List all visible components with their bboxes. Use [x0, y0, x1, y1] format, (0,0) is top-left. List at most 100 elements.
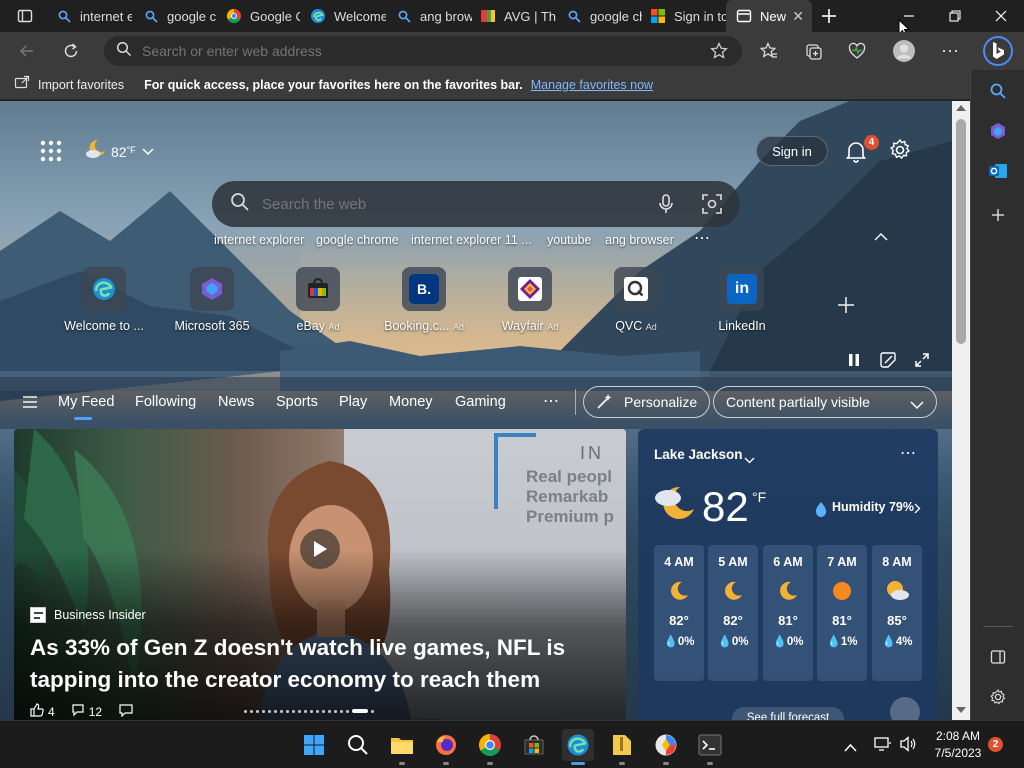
microphone-icon[interactable] [658, 194, 674, 219]
refresh-button[interactable] [56, 36, 86, 66]
quick-link-welcome[interactable]: Welcome to ... [54, 267, 154, 333]
microsoft-store-icon[interactable] [518, 729, 550, 761]
weather-location[interactable]: Lake Jackson [654, 447, 743, 462]
content-visibility-dropdown[interactable]: Content partially visible [713, 386, 937, 418]
tab-ang-browser[interactable]: ang browser [386, 0, 472, 32]
weather-card[interactable]: Lake Jackson ⋯ 82 °F Humidity 79% 4 AM 8… [638, 429, 938, 720]
quick-link-linkedin[interactable]: in LinkedIn [692, 267, 792, 333]
settings-more-icon[interactable]: ⋯ [935, 36, 965, 66]
visual-search-icon[interactable] [702, 194, 722, 219]
web-search-box[interactable] [212, 181, 740, 227]
hourly-forecast-item[interactable]: 7 AM 81° 💧1% [817, 545, 867, 681]
clock-time[interactable]: 2:08 AM [930, 729, 986, 743]
more-suggestions-icon[interactable]: ⋯ [694, 228, 711, 248]
address-input[interactable] [142, 43, 682, 59]
search-suggestion[interactable]: ang browser [605, 233, 674, 247]
search-suggestion[interactable]: internet explorer 11 ... [411, 233, 532, 247]
taskbar-search-icon[interactable] [342, 729, 374, 761]
like-icon[interactable] [30, 703, 44, 720]
page-settings-gear-icon[interactable] [888, 138, 912, 167]
bing-copilot-icon[interactable] [981, 34, 1015, 68]
feed-tab-money[interactable]: Money [389, 394, 433, 410]
edit-background-icon[interactable] [880, 352, 896, 373]
feedback-icon[interactable] [890, 697, 920, 720]
sidebar-settings-icon[interactable] [983, 682, 1013, 712]
feed-tab-play[interactable]: Play [339, 394, 367, 410]
tab-google-chrome-2[interactable]: Google Chrome [216, 0, 300, 32]
file-archive-icon[interactable] [606, 729, 638, 765]
feed-tab-following[interactable]: Following [135, 394, 196, 410]
tab-sign-in[interactable]: Sign in to [640, 0, 726, 32]
collapse-chevron-up-icon[interactable] [874, 229, 888, 247]
address-bar[interactable] [104, 36, 742, 66]
share-icon[interactable] [118, 703, 134, 720]
scroll-down-arrow-icon[interactable] [956, 707, 966, 713]
clock-date[interactable]: 7/5/2023 [930, 746, 986, 760]
feed-tab-news[interactable]: News [218, 394, 254, 410]
file-explorer-icon[interactable] [386, 729, 418, 765]
browser-shield-icon[interactable] [650, 729, 682, 765]
sign-in-button[interactable]: Sign in [756, 136, 828, 166]
chevron-down-icon[interactable] [744, 451, 755, 469]
hourly-forecast-item[interactable]: 8 AM 85° 💧4% [872, 545, 922, 681]
carousel-dots[interactable] [244, 709, 374, 713]
more-feed-tabs-icon[interactable]: ⋯ [543, 391, 559, 411]
add-sidebar-app-icon[interactable] [983, 200, 1013, 230]
quick-link-wayfair[interactable]: Wayfair Ad [480, 267, 580, 333]
quick-link-ebay[interactable]: eBay Ad [268, 267, 368, 333]
tab-internet-explorer[interactable]: internet explorer [46, 0, 132, 32]
feed-tab-my-feed[interactable]: My Feed [58, 394, 114, 410]
volume-icon[interactable] [899, 736, 917, 757]
collections-icon[interactable] [798, 36, 828, 66]
restore-button[interactable] [932, 0, 978, 32]
tab-avg[interactable]: AVG | The [470, 0, 556, 32]
quick-link-booking[interactable]: B. Booking.c... Ad [374, 267, 474, 333]
close-window-button[interactable] [978, 0, 1024, 32]
web-search-input[interactable] [262, 195, 642, 213]
hourly-forecast-item[interactable]: 4 AM 82° 💧0% [654, 545, 704, 681]
import-favorites-button[interactable]: Import favorites [38, 78, 124, 92]
outlook-icon[interactable] [983, 156, 1013, 186]
quick-link-microsoft-365[interactable]: Microsoft 365 [162, 267, 262, 333]
menu-hamburger-icon[interactable] [22, 395, 38, 414]
weather-widget-button[interactable]: 82 °F [84, 137, 154, 166]
hourly-forecast-item[interactable]: 5 AM 82° 💧0% [708, 545, 758, 681]
hourly-forecast-item[interactable]: 6 AM 81° 💧0% [763, 545, 813, 681]
chrome-icon[interactable] [474, 729, 506, 765]
expand-icon[interactable] [914, 352, 930, 373]
search-icon[interactable] [983, 76, 1013, 106]
new-tab-button[interactable] [814, 1, 844, 31]
scroll-up-arrow-icon[interactable] [956, 105, 966, 111]
humidity-value[interactable]: Humidity 79% [832, 500, 914, 514]
hide-sidebar-icon[interactable] [983, 642, 1013, 672]
profile-avatar[interactable] [889, 36, 919, 66]
add-quick-link-icon[interactable] [836, 295, 856, 320]
tab-new-tab[interactable]: New ✕ [726, 0, 812, 32]
network-icon[interactable] [874, 736, 892, 757]
tab-google-chrome-3[interactable]: google chrome [556, 0, 642, 32]
personalize-button[interactable]: Personalize [583, 386, 711, 418]
manage-favorites-link[interactable]: Manage favorites now [531, 78, 653, 92]
edge-taskbar-icon[interactable] [562, 729, 594, 765]
weather-more-options-icon[interactable]: ⋯ [900, 443, 916, 463]
quick-link-qvc[interactable]: QVC Ad [586, 267, 686, 333]
favorite-star-icon[interactable] [710, 41, 728, 65]
favorites-icon[interactable] [754, 36, 784, 66]
back-button[interactable] [12, 36, 42, 66]
windows-start-icon[interactable] [298, 729, 330, 761]
play-video-button[interactable] [300, 529, 340, 569]
browser-essentials-icon[interactable] [842, 36, 872, 66]
chevron-up-icon[interactable] [844, 739, 857, 757]
feed-tab-sports[interactable]: Sports [276, 394, 318, 410]
notification-center-badge[interactable]: 2 [988, 737, 1003, 752]
apps-launcher-icon[interactable] [38, 138, 64, 169]
pause-background-icon[interactable] [846, 352, 862, 373]
tab-welcome-edge[interactable]: Welcome to Microsoft Edge [300, 0, 386, 32]
close-tab-icon[interactable]: ✕ [792, 8, 804, 25]
microsoft-365-icon[interactable] [983, 116, 1013, 146]
search-suggestion[interactable]: youtube [547, 233, 591, 247]
feed-tab-gaming[interactable]: Gaming [455, 394, 506, 410]
chevron-right-icon[interactable] [914, 501, 921, 519]
tab-actions-icon[interactable] [10, 1, 40, 31]
see-full-forecast-button[interactable]: See full forecast [732, 707, 844, 720]
